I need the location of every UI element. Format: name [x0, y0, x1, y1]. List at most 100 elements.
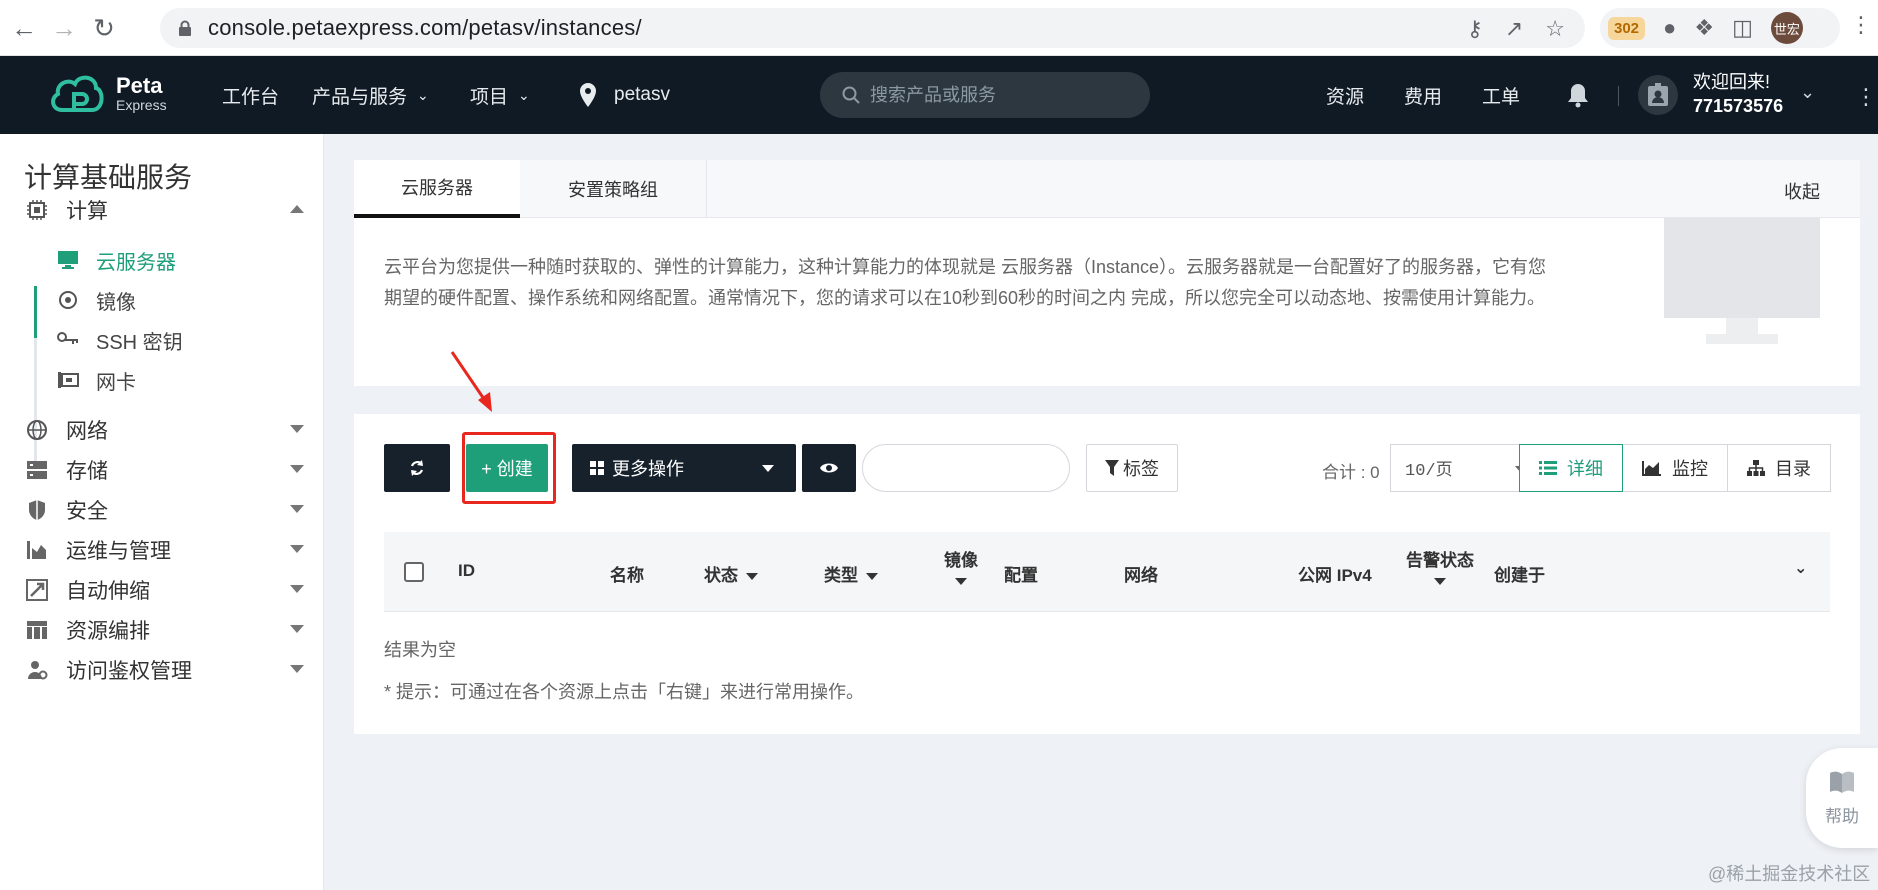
caret-down-icon [746, 573, 758, 581]
table-icon [24, 617, 50, 643]
logo-subtitle: Express [116, 97, 167, 113]
divider [706, 160, 707, 218]
dashboard-icon [24, 537, 50, 563]
help-widget[interactable]: 帮助 [1806, 748, 1878, 848]
product-search[interactable] [820, 72, 1150, 118]
browser-menu-icon[interactable]: ⋮ [1850, 12, 1872, 38]
key-icon[interactable]: ⚷ [1467, 16, 1483, 42]
instance-search-input[interactable] [862, 444, 1070, 492]
puzzle-icon[interactable]: ❖ [1694, 15, 1714, 41]
caret-down-icon [866, 573, 878, 581]
tab-placement-groups[interactable]: 安置策略组 [520, 160, 706, 218]
forward-icon[interactable]: → [44, 8, 84, 48]
globe-icon [24, 417, 50, 443]
sidebar: 计算基础服务 计算 云服务器 镜像 SSH 密钥 网卡 网络 存储 安全 运维与… [0, 134, 324, 890]
profile-avatar[interactable]: 世宏 [1770, 12, 1803, 44]
apps-grid-icon[interactable]: ⋮ [1855, 84, 1877, 110]
nav-products[interactable]: 产品与服务 ⌄ [312, 56, 429, 134]
chevron-down-icon: ⌄ [417, 86, 429, 103]
user-badge-icon [1648, 83, 1668, 106]
tab-label: 安置策略组 [568, 180, 658, 200]
nav-billing-label: 费用 [1404, 86, 1443, 108]
chevron-down-icon[interactable]: ⌄ [1800, 82, 1815, 103]
product-search-input[interactable] [870, 84, 1130, 106]
nav-tickets[interactable]: 工单 [1482, 56, 1520, 134]
caret-down-icon [1434, 578, 1446, 586]
search-icon [842, 86, 860, 104]
chevron-down-icon[interactable]: ⌄ [1794, 558, 1807, 578]
nav-billing[interactable]: 费用 [1404, 56, 1442, 134]
sidebar-item-images[interactable]: 镜像 [34, 280, 304, 320]
nav-region[interactable]: petasv [578, 56, 670, 134]
sidebar-item-instances[interactable]: 云服务器 [34, 240, 304, 280]
sidebar-section-network[interactable]: 网络 [24, 410, 304, 450]
column-network[interactable]: 网络 [1124, 561, 1158, 586]
column-alarm-status[interactable]: 告警状态 [1402, 546, 1478, 591]
sidebar-section-label: 访问鉴权管理 [66, 660, 192, 683]
sidebar-item-label: 网卡 [96, 371, 136, 394]
sidebar-item-ssh-keys[interactable]: SSH 密钥 [34, 320, 304, 360]
tab-instances[interactable]: 云服务器 [354, 160, 520, 218]
monitor-icon [56, 248, 80, 272]
sidebar-section-compute[interactable]: 计算 [24, 190, 304, 230]
nav-products-label: 产品与服务 [312, 86, 408, 108]
user-avatar[interactable] [1638, 75, 1678, 115]
top-navigation: Peta Express 工作台 产品与服务 ⌄ 项目 ⌄ petasv 资源 费用… [0, 56, 1878, 134]
lock-icon [178, 19, 196, 37]
address-bar[interactable]: console.petaexpress.com/petasv/instances… [160, 8, 1585, 48]
extension-badge[interactable]: 302 [1608, 16, 1646, 40]
refresh-icon [410, 460, 424, 476]
toggle-visibility-button[interactable] [802, 444, 856, 492]
star-icon[interactable]: ☆ [1545, 16, 1565, 42]
network-card-icon [56, 368, 80, 392]
sidepanel-icon[interactable]: ◫ [1732, 15, 1753, 41]
column-image[interactable]: 镜像 [942, 546, 980, 591]
annotation-highlight-box [462, 432, 556, 504]
column-type[interactable]: 类型 [824, 561, 878, 586]
empty-result: 结果为空 [384, 640, 456, 660]
sidebar-section-autoscaling[interactable]: 自动伸缩 [24, 570, 304, 610]
tags-filter-button[interactable]: 标签 [1086, 444, 1178, 492]
bell-icon[interactable] [1565, 82, 1591, 108]
reload-icon[interactable]: ↻ [84, 8, 124, 48]
grid-icon [590, 461, 604, 475]
nav-project[interactable]: 项目 ⌄ [470, 56, 530, 134]
back-icon[interactable]: ← [4, 8, 44, 48]
column-public-ipv4[interactable]: 公网 IPv4 [1298, 561, 1372, 586]
column-name[interactable]: 名称 [610, 561, 644, 586]
sidebar-section-orchestration[interactable]: 资源编排 [24, 610, 304, 650]
sidebar-section-storage[interactable]: 存储 [24, 450, 304, 490]
sidebar-section-iam[interactable]: 访问鉴权管理 [24, 650, 304, 690]
disc-icon [56, 288, 80, 312]
view-monitor-label: 监控 [1672, 459, 1708, 479]
more-actions-dropdown[interactable]: 更多操作 [572, 444, 796, 492]
column-config[interactable]: 配置 [1004, 561, 1038, 586]
sidebar-section-ops[interactable]: 运维与管理 [24, 530, 304, 570]
tags-label: 标签 [1123, 459, 1159, 479]
cloud-logo-icon [51, 75, 104, 112]
view-detail-button[interactable]: 详细 [1519, 444, 1623, 492]
collapse-link[interactable]: 收起 [1784, 178, 1820, 204]
sidebar-section-label: 运维与管理 [66, 540, 171, 563]
sidebar-item-nic[interactable]: 网卡 [34, 360, 304, 400]
nav-resources[interactable]: 资源 [1326, 56, 1364, 134]
logo[interactable]: Peta Express [48, 72, 167, 116]
share-icon[interactable]: ↗ [1505, 16, 1523, 42]
mask-extension-icon[interactable]: ● [1663, 15, 1676, 41]
sidebar-section-security[interactable]: 安全 [24, 490, 304, 530]
caret-down-icon [290, 545, 304, 553]
refresh-button[interactable] [384, 444, 450, 492]
view-monitor-button[interactable]: 监控 [1622, 444, 1728, 492]
help-label: 帮助 [1825, 806, 1859, 826]
nav-workbench[interactable]: 工作台 [222, 56, 279, 134]
view-detail-label: 详细 [1567, 459, 1603, 479]
nav-resources-label: 资源 [1326, 86, 1365, 108]
view-catalog-button[interactable]: 目录 [1727, 444, 1831, 492]
column-status[interactable]: 状态 [704, 561, 758, 586]
column-id[interactable]: ID [458, 561, 475, 581]
column-created[interactable]: 创建于 [1494, 561, 1545, 586]
sitemap-icon [1747, 460, 1765, 476]
annotation-arrow [450, 351, 492, 412]
user-info[interactable]: 欢迎回来! 771573576 [1693, 70, 1783, 118]
select-all-checkbox[interactable] [404, 562, 424, 582]
